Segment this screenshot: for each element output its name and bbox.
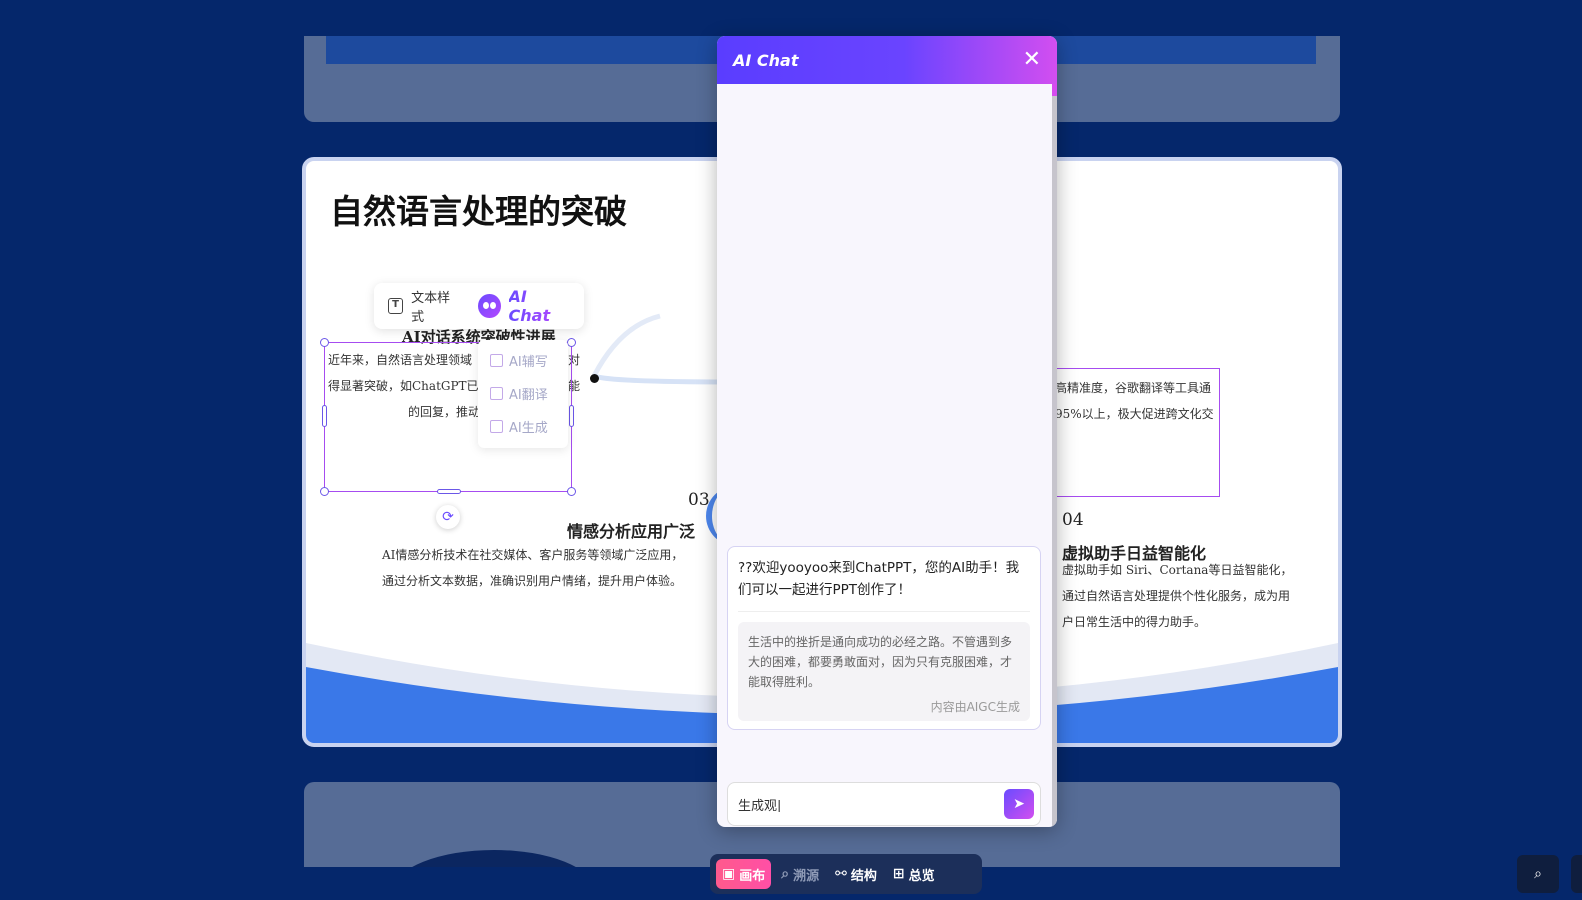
section3-line2[interactable]: 通过分析文本数据，准确识别用户情绪，提升用户体验。: [382, 568, 682, 594]
section3-number[interactable]: 03: [688, 490, 710, 510]
chat-scrollbar[interactable]: [1052, 84, 1057, 827]
ai-menu-item-write[interactable]: AI辅写: [478, 344, 568, 377]
tab-overview-label: 总览: [908, 868, 935, 884]
tab-structure-label: 结构: [850, 868, 877, 884]
resize-handle-left[interactable]: [322, 405, 327, 427]
search-icon[interactable]: ⌕: [1517, 855, 1559, 893]
ai-chat-button[interactable]: AI Chat: [509, 287, 570, 325]
section4-line1[interactable]: 虚拟助手如 Siri、Cortana等日益智能化，: [1062, 557, 1292, 583]
ai-menu-item-label: AI辅写: [509, 355, 548, 370]
close-icon[interactable]: ✕: [1023, 49, 1041, 71]
chat-welcome-text: ??欢迎yooyoo来到ChatPPT，您的AI助手！我们可以一起进行PPT创作…: [738, 557, 1030, 612]
text-style-icon[interactable]: T: [388, 298, 404, 314]
connector-dot: [590, 374, 599, 383]
section4-line3[interactable]: 户日常生活中的得力助手。: [1062, 609, 1206, 635]
chat-quote-text: 生活中的挫折是通向成功的必经之路。不管遇到多大的困难，都要勇敢面对，因为只有克服…: [748, 635, 1013, 689]
tab-canvas[interactable]: ▣ 画布: [716, 859, 772, 889]
ai-menu-item-generate[interactable]: AI生成: [478, 410, 568, 443]
chat-input[interactable]: [738, 796, 1004, 812]
resize-handle-bottom-right[interactable]: [567, 487, 576, 496]
section4-number[interactable]: 04: [1062, 510, 1084, 530]
chat-generated-quote[interactable]: 生活中的挫折是通向成功的必经之路。不管遇到多大的困难，都要勇敢面对，因为只有克服…: [738, 622, 1030, 721]
section4-line2[interactable]: 通过自然语言处理提供个性化服务，成为用: [1062, 583, 1290, 609]
tab-structure[interactable]: ⚯ 结构: [829, 859, 883, 889]
ai-bot-icon[interactable]: [477, 294, 501, 318]
section3-heading[interactable]: 情感分析应用广泛: [567, 518, 695, 542]
structure-icon: ⚯: [835, 866, 847, 882]
ai-write-icon: [490, 354, 503, 367]
tab-trace-label: 溯源: [793, 868, 820, 884]
corner-button-partial[interactable]: [1571, 855, 1582, 893]
ai-translate-icon: [490, 387, 503, 400]
rotate-icon[interactable]: ⟳: [436, 505, 460, 529]
ai-chat-panel: AI Chat ✕ ??欢迎yooyoo来到ChatPPT，您的AI助手！我们可…: [717, 36, 1057, 827]
trace-icon: ⌕: [781, 866, 790, 882]
chat-quote-source: 内容由AIGC生成: [930, 700, 1020, 714]
ai-generate-icon: [490, 420, 503, 433]
chat-input-wrapper: ➤: [727, 782, 1041, 826]
resize-handle-top-left[interactable]: [320, 338, 329, 347]
tab-overview[interactable]: ⊞ 总览: [887, 859, 941, 889]
ai-menu-item-label: AI翻译: [509, 388, 548, 403]
resize-handle-bottom[interactable]: [437, 489, 461, 494]
bottom-toolbar: ▣ 画布 ⌕ 溯源 ⚯ 结构 ⊞ 总览: [710, 854, 982, 894]
connector-line: [591, 313, 730, 385]
chat-message: ??欢迎yooyoo来到ChatPPT，您的AI助手！我们可以一起进行PPT创作…: [727, 546, 1041, 730]
ai-chat-title: AI Chat: [733, 50, 799, 70]
resize-handle-right[interactable]: [569, 405, 574, 427]
ai-menu-item-label: AI生成: [509, 421, 548, 436]
slide-thumbnail-next-shape: [394, 850, 594, 867]
resize-handle-bottom-left[interactable]: [320, 487, 329, 496]
text-style-toolbar: T 文本样式 AI Chat: [374, 283, 584, 329]
resize-handle-top-right[interactable]: [567, 338, 576, 347]
tab-trace[interactable]: ⌕ 溯源: [775, 859, 825, 889]
text-style-button[interactable]: 文本样式: [411, 287, 460, 325]
section3-line1[interactable]: AI情感分析技术在社交媒体、客户服务等领域广泛应用，: [382, 542, 683, 568]
ai-menu: AI辅写 AI翻译 AI生成: [478, 340, 568, 448]
overview-icon: ⊞: [892, 866, 905, 882]
canvas-icon: ▣: [722, 866, 736, 882]
slide-title[interactable]: 自然语言处理的突破: [330, 185, 627, 233]
text-selection-box-secondary[interactable]: [1040, 368, 1220, 497]
ai-menu-item-translate[interactable]: AI翻译: [478, 377, 568, 410]
send-icon[interactable]: ➤: [1004, 789, 1034, 819]
tab-canvas-label: 画布: [739, 868, 766, 884]
ai-chat-header: AI Chat ✕: [717, 36, 1057, 84]
